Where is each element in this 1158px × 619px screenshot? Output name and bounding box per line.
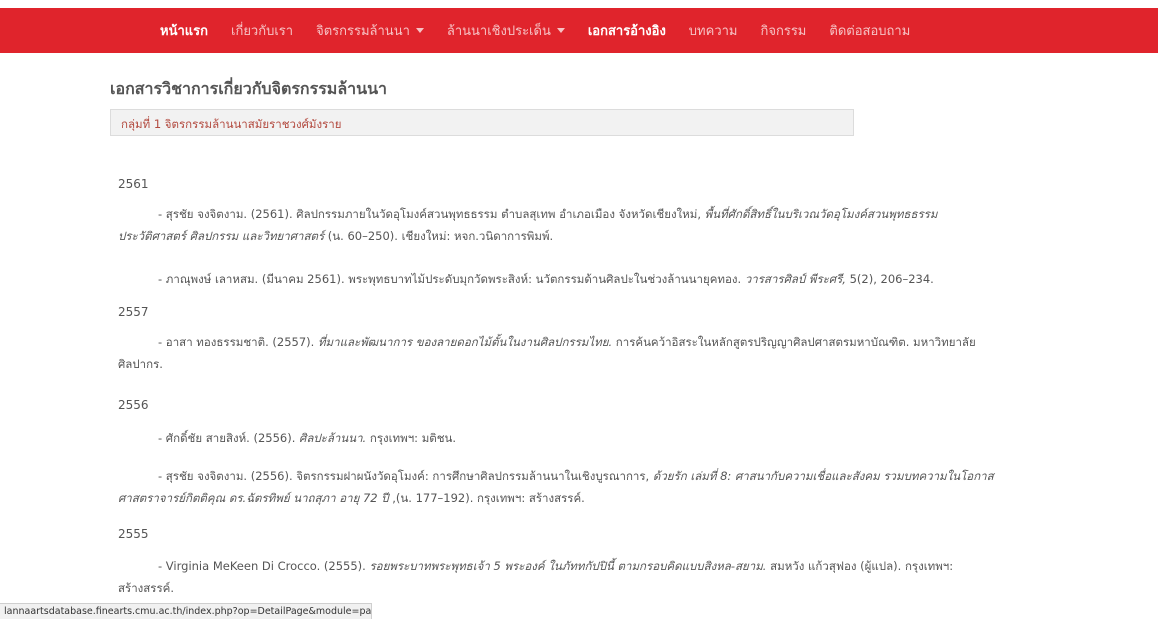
browser-status-url: lannaartsdatabase.finearts.cmu.ac.th/ind… xyxy=(0,603,372,619)
browser-top-strip xyxy=(0,0,1158,8)
year-heading: 2561 xyxy=(118,177,149,191)
year-heading: 2555 xyxy=(118,527,149,541)
entry-text: (น. 60–250). เชียงใหม่: หจก.วนิดาการพิมพ… xyxy=(324,229,554,243)
nav-lanna-topics-dropdown[interactable]: ล้านนาเชิงประเด็น xyxy=(447,20,565,41)
reference-entry: - สุรชัย จงจิตงาม. (2556). จิตรกรรมฝาผนั… xyxy=(118,465,1038,509)
entry-text: - สุรชัย จงจิตงาม. (2561). ศิลปกรรมภายใน… xyxy=(158,207,705,221)
entry-italic-title: ด้วยรัก เล่มที่ 8: ศาสนากับความเชื่อและส… xyxy=(652,469,994,483)
entry-text: - สุรชัย จงจิตงาม. (2556). จิตรกรรมฝาผนั… xyxy=(158,469,653,483)
page-title: เอกสารวิชาการเกี่ยวกับจิตรกรรมล้านนา xyxy=(110,79,387,98)
reference-entry: - Virginia MeKeen Di Crocco. (2555). รอย… xyxy=(118,555,1038,599)
entry-italic-title: รอยพระบาทพระพุทธเจ้า 5 พระองค์ ในภัททกัป… xyxy=(369,559,767,573)
group-heading: กลุ่มที่ 1 จิตรกรรมล้านนาสมัยราชวงศ์มังร… xyxy=(110,109,854,136)
year-heading: 2557 xyxy=(118,305,149,319)
entry-italic-title: วารสารศิลป์ พีระศรี, xyxy=(744,272,846,286)
main-navbar: หน้าแรก เกี่ยวกับเรา จิตรกรรมล้านนา ล้าน… xyxy=(0,8,1158,53)
entry-italic-title: ศาสตราจารย์กิตติคุณ ดร.ฉัตรทิพย์ นาถสุภา… xyxy=(118,491,389,505)
entry-italic-title: พื้นที่ศักดิ์สิทธิ์ในบริเวณวัดอุโมงค์สวน… xyxy=(704,207,938,221)
entry-text: - ศักดิ์ชัย สายสิงห์. (2556). xyxy=(158,431,300,445)
year-heading: 2556 xyxy=(118,398,149,412)
nav-lanna-painting-dropdown[interactable]: จิตรกรรมล้านนา xyxy=(316,20,424,41)
entry-text: - Virginia MeKeen Di Crocco. (2555). xyxy=(158,559,370,573)
nav-home[interactable]: หน้าแรก xyxy=(160,20,208,41)
entry-text: กรุงเทพฯ: มติชน. xyxy=(366,431,457,445)
entry-text: สมหวัง แก้วสุฟอง (ผู้แปล). กรุงเทพฯ: xyxy=(766,559,954,573)
entry-text: สร้างสรรค์. xyxy=(118,581,174,595)
nav-references[interactable]: เอกสารอ้างอิง xyxy=(588,20,666,41)
entry-italic-title: ประวัติศาสตร์ ศิลปกรรม และวิทยาศาสตร์ xyxy=(118,229,325,243)
reference-entry: - ศักดิ์ชัย สายสิงห์. (2556). ศิลปะล้านน… xyxy=(118,427,1038,449)
caret-down-icon xyxy=(556,28,565,33)
entry-text: - ภาณุพงษ์ เลาหสม. (มีนาคม 2561). พระพุท… xyxy=(158,272,745,286)
nav-contact[interactable]: ติดต่อสอบถาม xyxy=(829,20,910,41)
entry-text: - อาสา ทองธรรมชาติ. (2557). xyxy=(158,335,318,349)
nav-activities[interactable]: กิจกรรม xyxy=(760,20,806,41)
entry-text: 5(2), 206–234. xyxy=(845,272,934,286)
nav-about[interactable]: เกี่ยวกับเรา xyxy=(231,20,293,41)
caret-down-icon xyxy=(415,28,424,33)
entry-text: ,(น. 177–192). กรุงเทพฯ: สร้างสรรค์. xyxy=(388,491,585,505)
entry-text: ศิลปากร. xyxy=(118,357,163,371)
reference-entry: - อาสา ทองธรรมชาติ. (2557). ที่มาและพัฒน… xyxy=(118,331,1038,375)
nav-articles[interactable]: บทความ xyxy=(689,20,738,41)
entry-text: การค้นคว้าอิสระในหลักสูตรปริญญาศิลปศาสตร… xyxy=(612,335,976,349)
reference-entry: - ภาณุพงษ์ เลาหสม. (มีนาคม 2561). พระพุท… xyxy=(118,268,1038,290)
entry-italic-title: ที่มาและพัฒนาการ ของลายดอกไม้ตั้นในงานศิ… xyxy=(317,335,613,349)
reference-entry: - สุรชัย จงจิตงาม. (2561). ศิลปกรรมภายใน… xyxy=(118,203,1038,247)
entry-italic-title: ศิลปะล้านนา. xyxy=(299,431,367,445)
